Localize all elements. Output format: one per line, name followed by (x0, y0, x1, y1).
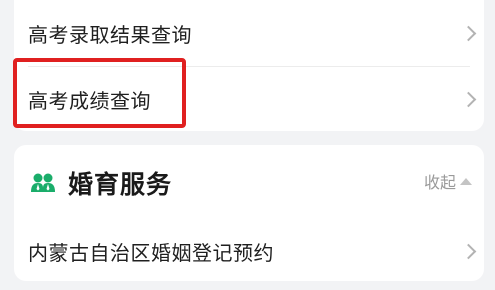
chevron-right-icon (460, 243, 477, 259)
gaokao-admission-query-label: 高考录取结果查询 (28, 22, 192, 47)
gaokao-score-query-item[interactable]: 高考成绩查询 (14, 67, 484, 131)
marriage-section-title: 婚育服务 (68, 170, 173, 199)
people-icon (31, 173, 55, 192)
collapse-button[interactable]: 收起 (424, 169, 472, 193)
gaokao-score-query-label: 高考成绩查询 (28, 88, 151, 113)
chevron-right-icon (460, 25, 477, 41)
triangle-up-icon (460, 177, 472, 185)
gaokao-admission-query-item[interactable]: 高考录取结果查询 (14, 0, 484, 66)
services-card: 高考录取结果查询 高考成绩查询 (14, 0, 484, 131)
collapse-label: 收起 (423, 173, 456, 192)
marriage-services-card: 婚育服务 收起 内蒙古自治区婚姻登记预约 (14, 145, 484, 281)
chevron-right-icon (460, 91, 477, 107)
marriage-registration-item[interactable]: 内蒙古自治区婚姻登记预约 (14, 221, 484, 281)
marriage-registration-label: 内蒙古自治区婚姻登记预约 (28, 240, 274, 265)
marriage-section-header: 婚育服务 收起 (14, 145, 484, 221)
